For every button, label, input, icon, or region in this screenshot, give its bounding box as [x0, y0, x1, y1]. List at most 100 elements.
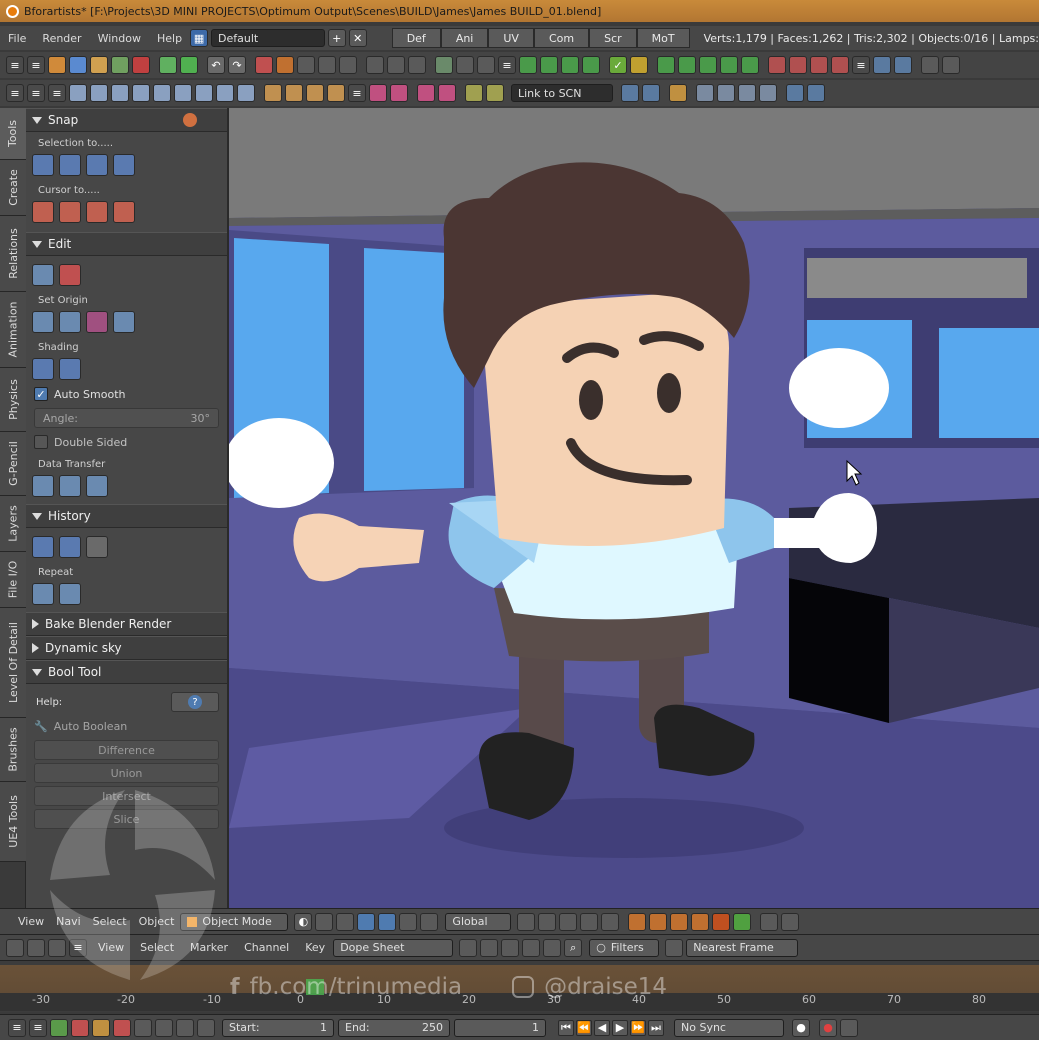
data-transfer-icon[interactable] [32, 475, 54, 497]
auto-smooth-checkbox[interactable]: ✓ Auto Smooth [26, 383, 227, 405]
pin-icon[interactable] [183, 113, 197, 127]
render-image-icon[interactable] [435, 56, 453, 74]
render-icon[interactable] [649, 912, 668, 931]
key-icon[interactable] [840, 1018, 858, 1037]
graph-icon[interactable] [134, 1018, 152, 1037]
tab-create[interactable]: Create [0, 160, 26, 216]
redo-icon[interactable]: ↷ [228, 56, 246, 74]
data-transfer-mesh-icon[interactable] [86, 475, 108, 497]
snap-icon[interactable] [810, 56, 828, 74]
add-torus-icon[interactable] [216, 84, 234, 102]
origin-to-mass-icon[interactable] [86, 311, 108, 333]
record-icon[interactable]: ● [819, 1018, 837, 1037]
transform-icon[interactable] [582, 56, 600, 74]
auto-snap-selector[interactable]: Nearest Frame [686, 938, 799, 957]
transform-icon[interactable] [561, 56, 579, 74]
tab-animation[interactable]: Animation [0, 292, 26, 368]
scene-icon[interactable] [642, 84, 660, 102]
menu-lines-icon[interactable]: ≡ [29, 1018, 47, 1037]
edit-panel-header[interactable]: Edit [26, 232, 227, 256]
link-to-scene-selector[interactable]: Link to SCN [511, 84, 613, 102]
menu-lines-icon[interactable]: ≡ [48, 84, 66, 102]
workspace-tab-ani[interactable]: Ani [440, 28, 489, 48]
undo-list-icon[interactable] [86, 536, 108, 558]
snap-icon[interactable] [831, 56, 849, 74]
remove-layout-icon[interactable]: ✕ [348, 29, 367, 47]
selection-to-center-icon[interactable] [113, 154, 135, 176]
modifier-icon[interactable] [390, 84, 408, 102]
editor-type-icon[interactable] [48, 938, 66, 957]
jump-end-icon[interactable]: ⏭ [648, 1019, 664, 1036]
export-abc-icon[interactable] [408, 56, 426, 74]
add-plane-icon[interactable] [69, 84, 87, 102]
keying-icon[interactable]: ● [792, 1018, 810, 1037]
editor-type-icon[interactable] [27, 938, 45, 957]
keying-set-icon[interactable] [92, 1018, 110, 1037]
viewport-object-menu[interactable]: Object [133, 915, 181, 928]
shade-flat-icon[interactable] [59, 358, 81, 380]
mirror-icon[interactable] [699, 56, 717, 74]
render-animation-icon[interactable] [456, 56, 474, 74]
repeat-last-icon[interactable] [32, 583, 54, 605]
menu-lines-icon[interactable]: ≡ [6, 56, 24, 74]
cursor-to-selected-icon[interactable] [32, 201, 54, 223]
duplicate-icon[interactable] [59, 264, 81, 286]
layout-selector[interactable]: Default [211, 29, 325, 47]
tab-relations[interactable]: Relations [0, 216, 26, 292]
lock-icon[interactable] [197, 1018, 215, 1037]
render-icon[interactable] [628, 912, 647, 931]
lamp-icon[interactable] [717, 84, 735, 102]
menu-lines-icon[interactable]: ≡ [27, 84, 45, 102]
add-grid-icon[interactable] [237, 84, 255, 102]
save-file-icon[interactable] [90, 56, 108, 74]
help-button[interactable]: ? [171, 692, 219, 712]
filters-button[interactable]: ○ Filters [589, 938, 660, 957]
only-selected-icon[interactable] [501, 938, 520, 957]
selection-to-cursor-icon[interactable] [59, 154, 81, 176]
dopesheet-view-menu[interactable]: View [90, 941, 132, 954]
modifier-icon[interactable] [369, 84, 387, 102]
translate-icon[interactable] [357, 912, 376, 931]
repeat-history-icon[interactable] [59, 583, 81, 605]
dopesheet-key-menu[interactable]: Key [297, 941, 333, 954]
jump-start-icon[interactable]: ⏮ [558, 1019, 574, 1036]
menu-help[interactable]: Help [149, 32, 190, 45]
add-empty-icon[interactable] [327, 84, 345, 102]
add-cylinder-icon[interactable] [174, 84, 192, 102]
jump-keyframe-forward-icon[interactable]: ⏩ [630, 1019, 646, 1036]
modifier-icon[interactable] [417, 84, 435, 102]
workspace-tab-def[interactable]: Def [391, 28, 441, 48]
tab-tools[interactable]: Tools [0, 108, 26, 160]
new-file-icon[interactable] [48, 56, 66, 74]
search-icon[interactable]: ⌕ [564, 938, 583, 957]
color-icon[interactable] [176, 1018, 194, 1037]
delete-keyframe-icon[interactable] [71, 1018, 89, 1037]
snap-icon[interactable] [789, 56, 807, 74]
speaker-icon[interactable] [738, 84, 756, 102]
union-button[interactable]: Union [34, 763, 219, 783]
undo-icon[interactable]: ↶ [207, 56, 225, 74]
menu-lines-icon[interactable]: ≡ [27, 56, 45, 74]
workspace-tab-uv[interactable]: UV [488, 28, 534, 48]
viewport-view-menu[interactable]: View [12, 915, 50, 928]
shading-mode-icon[interactable]: ◐ [294, 912, 313, 931]
view-icon[interactable] [873, 56, 891, 74]
play-reverse-icon[interactable]: ◀ [594, 1019, 610, 1036]
export-icon[interactable] [276, 56, 294, 74]
history-panel-header[interactable]: History [26, 504, 227, 528]
mirror-icon[interactable] [741, 56, 759, 74]
current-frame-indicator[interactable] [306, 979, 324, 995]
bool-tool-panel-header[interactable]: Bool Tool [26, 660, 227, 684]
angle-field[interactable]: Angle: 30° [34, 408, 219, 428]
view-icon[interactable] [786, 84, 804, 102]
summary-icon[interactable] [459, 938, 478, 957]
material-icon[interactable] [465, 84, 483, 102]
data-transfer-layout-icon[interactable] [59, 475, 81, 497]
view-icon[interactable] [807, 84, 825, 102]
cursor-to-grid-icon[interactable] [86, 201, 108, 223]
tab-grease-pencil[interactable]: G-Pencil [0, 432, 26, 496]
workspace-tab-scr[interactable]: Scr [589, 28, 637, 48]
add-icosphere-icon[interactable] [153, 84, 171, 102]
double-sided-checkbox[interactable]: Double Sided [26, 431, 227, 453]
export-fbx-icon[interactable] [366, 56, 384, 74]
